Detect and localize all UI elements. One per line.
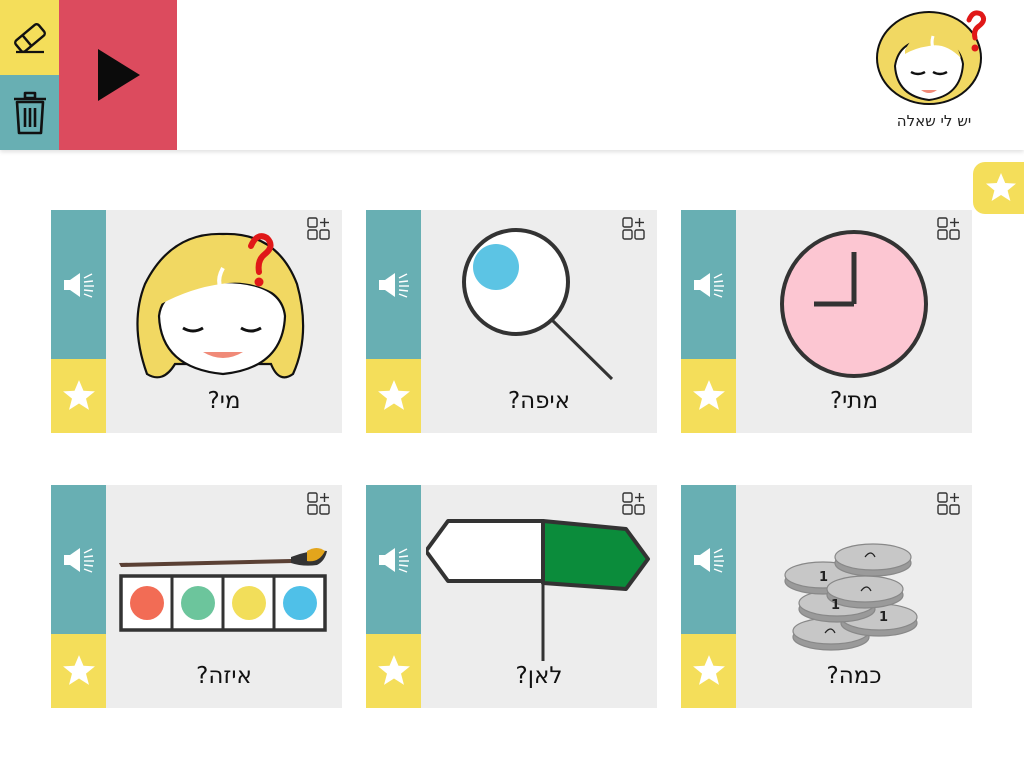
coins-icon: 111	[784, 543, 918, 651]
current-category[interactable]: יש לי שאלה	[872, 6, 996, 146]
favorite-button[interactable]	[681, 634, 736, 708]
speaker-icon	[63, 547, 94, 573]
card-where-to[interactable]: לאן?	[366, 485, 657, 708]
star-icon	[692, 380, 725, 410]
card-label: איזה?	[196, 663, 252, 689]
card-label: איפה?	[507, 388, 571, 414]
favorite-button[interactable]	[366, 359, 421, 433]
card-label: לאן?	[515, 663, 563, 689]
card-who[interactable]: מי?	[51, 210, 342, 433]
speak-button[interactable]	[366, 210, 421, 359]
girl-question-icon	[136, 232, 305, 379]
speak-button[interactable]	[681, 210, 736, 359]
svg-text:1: 1	[879, 610, 888, 625]
favorites-tab[interactable]	[973, 162, 1024, 214]
trash-button[interactable]	[0, 75, 59, 150]
favorite-button[interactable]	[51, 359, 106, 433]
card-how-much[interactable]: 111 כמה?	[681, 485, 972, 708]
play-button[interactable]	[59, 0, 177, 150]
favorite-button[interactable]	[51, 634, 106, 708]
speaker-icon	[693, 272, 724, 298]
favorite-button[interactable]	[366, 634, 421, 708]
star-icon	[62, 655, 95, 685]
speaker-icon	[378, 547, 409, 573]
speaker-icon	[378, 272, 409, 298]
trash-icon	[13, 91, 46, 134]
signpost-icon	[426, 519, 650, 661]
eraser-icon	[13, 22, 46, 53]
speak-button[interactable]	[51, 485, 106, 634]
svg-text:1: 1	[819, 570, 828, 585]
card-label: מי?	[207, 388, 241, 414]
play-icon	[98, 49, 140, 101]
favorite-button[interactable]	[681, 359, 736, 433]
magnifier-icon	[462, 228, 614, 381]
speaker-icon	[63, 272, 94, 298]
star-icon	[377, 380, 410, 410]
category-title: יש לי שאלה	[896, 112, 972, 130]
star-icon	[692, 655, 725, 685]
speaker-icon	[693, 547, 724, 573]
card-which[interactable]: איזה?	[51, 485, 342, 708]
sentence-strip[interactable]	[177, 0, 867, 150]
star-icon	[377, 655, 410, 685]
eraser-button[interactable]	[0, 0, 59, 75]
clock-icon	[780, 230, 928, 378]
girl-question-icon	[876, 10, 987, 105]
card-where[interactable]: איפה?	[366, 210, 657, 433]
card-label: מתי?	[829, 388, 879, 414]
app-root: יש לי שאלה מתי? איפה? מי? 1 1 1 כמה? לאן…	[0, 0, 1024, 768]
palette-icon	[119, 548, 327, 632]
card-label: כמה?	[826, 663, 882, 689]
svg-text:1: 1	[831, 598, 840, 613]
star-icon	[62, 380, 95, 410]
speak-button[interactable]	[681, 485, 736, 634]
speak-button[interactable]	[51, 210, 106, 359]
speak-button[interactable]	[366, 485, 421, 634]
top-bar: יש לי שאלה	[0, 0, 1024, 150]
star-icon	[986, 173, 1016, 201]
card-when[interactable]: מתי?	[681, 210, 972, 433]
